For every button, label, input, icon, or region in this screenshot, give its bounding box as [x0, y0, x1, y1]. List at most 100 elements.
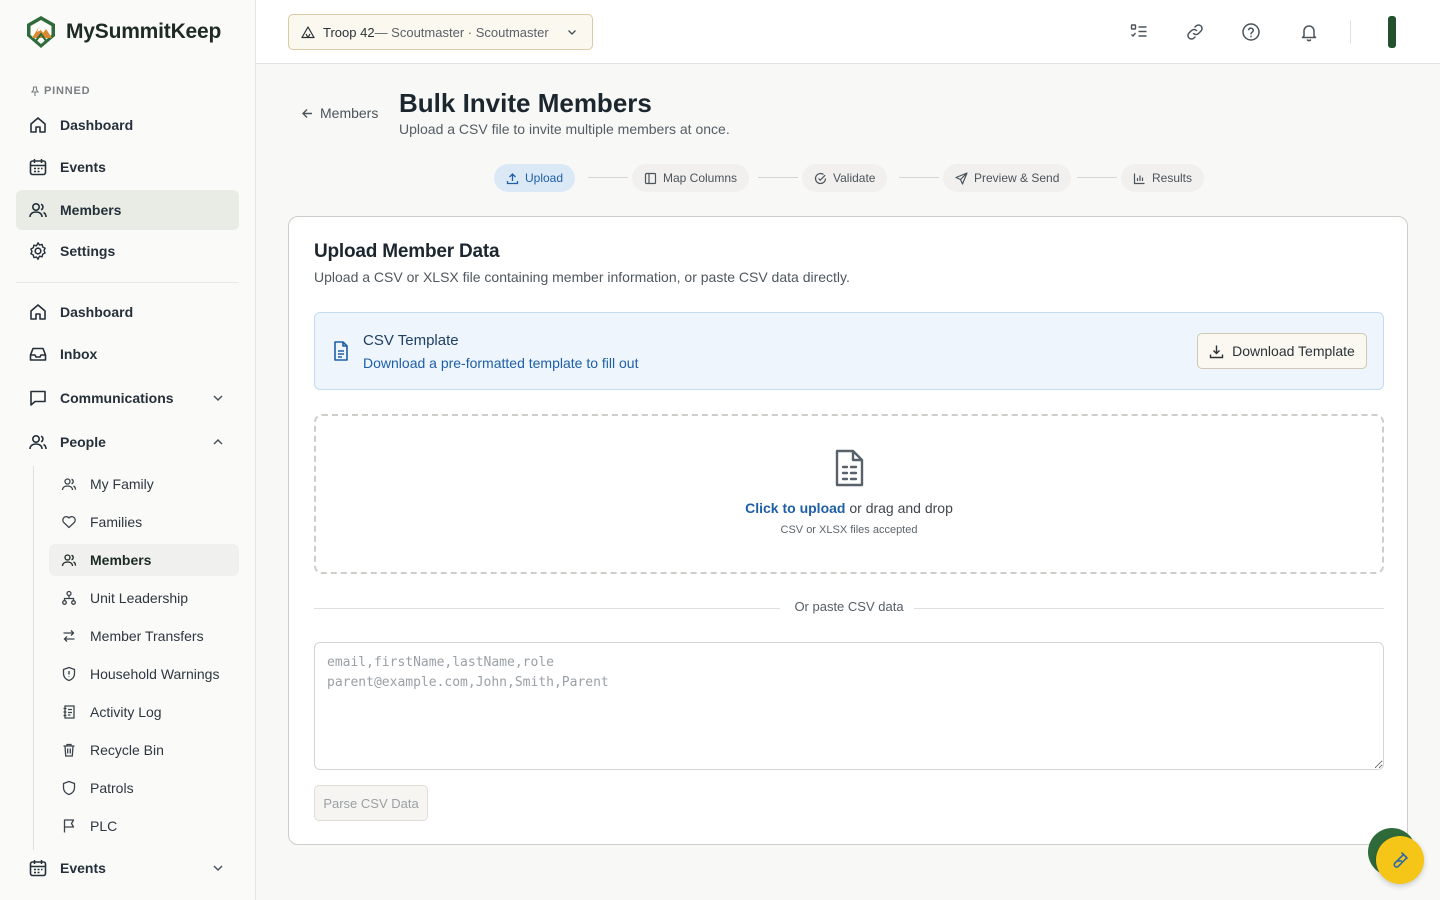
sidebar-subitem-recycle-bin[interactable]: Recycle Bin [49, 734, 239, 766]
message-icon [28, 388, 48, 408]
pinned-item-label: Events [60, 159, 106, 175]
troop-selector[interactable]: Troop 42 — Scoutmaster · Scoutmaster [288, 14, 593, 50]
back-link-label: Members [320, 105, 379, 121]
chevron-down-icon [213, 395, 223, 402]
dropzone-hint: CSV or XLSX files accepted [780, 524, 918, 536]
pinned-item-members[interactable]: Members [16, 190, 239, 230]
sidebar-subitem-activity-log[interactable]: Activity Log [49, 696, 239, 728]
sidebar-subitem-my-family[interactable]: My Family [49, 468, 239, 500]
card-title: Upload Member Data [314, 241, 500, 262]
back-to-members-link[interactable]: Members [301, 105, 378, 121]
tasks-checklist-icon[interactable] [1127, 20, 1151, 44]
home-icon [28, 115, 48, 135]
subitem-label: Patrols [90, 780, 134, 796]
sidebar-subitem-members[interactable]: Members [49, 544, 239, 576]
link-icon[interactable] [1183, 20, 1207, 44]
inbox-icon [28, 344, 48, 364]
csv-template-panel: CSV Template Download a pre-formatted te… [314, 312, 1384, 390]
arrow-left-icon [302, 108, 312, 118]
pinned-item-dashboard[interactable]: Dashboard [16, 105, 239, 145]
or-paste-text: Or paste CSV data [794, 599, 904, 614]
sidebar-item-label: Communications [60, 390, 174, 406]
sidebar-item-events-section[interactable]: Events [16, 848, 239, 888]
step-upload[interactable]: Upload [494, 164, 576, 192]
step-connector [588, 177, 628, 178]
sidebar-subitem-patrols[interactable]: Patrols [49, 772, 239, 804]
check-circle-icon [814, 172, 827, 184]
sidebar-subitem-household-warnings[interactable]: Household Warnings [49, 658, 239, 690]
step-connector [758, 177, 798, 178]
step-results[interactable]: Results [1121, 164, 1205, 192]
brand[interactable]: MySummitKeep [24, 14, 221, 50]
pinned-item-events[interactable]: Events [16, 147, 239, 187]
brand-name: MySummitKeep [66, 20, 222, 43]
upload-icon [506, 172, 519, 184]
top-bar: Troop 42 — Scoutmaster · Scoutmaster [256, 0, 1440, 64]
sidebar-subitem-unit-leadership[interactable]: Unit Leadership [49, 582, 239, 614]
page-subtitle: Upload a CSV file to invite multiple mem… [399, 121, 730, 137]
spreadsheet-file-icon [835, 449, 864, 487]
divider-line-right [914, 608, 1384, 609]
sidebar-item-communications[interactable]: Communications [16, 378, 239, 418]
step-connector [1077, 177, 1117, 178]
csv-paste-textarea[interactable] [314, 642, 1384, 770]
subitem-label: Activity Log [90, 704, 162, 720]
pinned-item-settings[interactable]: Settings [16, 231, 239, 271]
flag-icon [60, 817, 78, 835]
template-description-link[interactable]: Download a pre-formatted template to fil… [363, 355, 638, 371]
mountain-logo-icon [27, 16, 55, 48]
pin-icon [30, 85, 40, 96]
subitem-label: My Family [90, 476, 154, 492]
page-title: Bulk Invite Members [399, 88, 652, 118]
transfer-icon [60, 627, 78, 645]
sidebar-item-label: Events [60, 860, 106, 876]
step-connector [899, 177, 939, 178]
shield-alert-icon [60, 665, 78, 683]
step-label: Map Columns [663, 171, 738, 185]
step-map-columns[interactable]: Map Columns [632, 164, 750, 192]
test-tube-fab-button[interactable] [1376, 836, 1424, 884]
parse-csv-button[interactable]: Parse CSV Data [314, 785, 428, 821]
step-validate[interactable]: Validate [802, 164, 888, 192]
help-circle-icon[interactable] [1239, 20, 1263, 44]
chevron-down-icon [213, 865, 223, 872]
subitem-label: Members [90, 552, 152, 568]
sidebar-subitem-plc[interactable]: PLC [49, 810, 239, 842]
sidebar-item-inbox[interactable]: Inbox [16, 334, 239, 374]
pinned-label-text: PINNED [44, 85, 91, 97]
troop-name: Troop 42 [323, 24, 375, 40]
calendar-icon [28, 157, 48, 177]
sidebar-item-people[interactable]: People [16, 422, 239, 462]
step-preview-send[interactable]: Preview & Send [943, 164, 1072, 192]
subitem-label: Member Transfers [90, 628, 204, 644]
log-icon [60, 703, 78, 721]
sidebar-item-dashboard[interactable]: Dashboard [16, 292, 239, 332]
bell-icon[interactable] [1297, 20, 1321, 44]
click-to-upload-link[interactable]: Click to upload [745, 500, 845, 516]
sidebar-item-label: Inbox [60, 346, 98, 362]
file-dropzone[interactable]: Click to upload or drag and drop CSV or … [314, 414, 1384, 574]
subitem-label: PLC [90, 818, 118, 834]
subitem-label: Household Warnings [90, 666, 220, 682]
step-label: Preview & Send [974, 171, 1060, 185]
heart-icon [60, 513, 78, 531]
sidebar-subitem-member-transfers[interactable]: Member Transfers [49, 620, 239, 652]
users-icon [60, 475, 78, 493]
download-template-button[interactable]: Download Template [1197, 333, 1367, 369]
drag-drop-text: or drag and drop [845, 500, 953, 516]
sidebar-subitem-families[interactable]: Families [49, 506, 239, 538]
pinned-item-label: Members [60, 202, 122, 218]
users-icon [60, 551, 78, 569]
download-template-label: Download Template [1232, 343, 1355, 359]
pinned-item-label: Dashboard [60, 117, 134, 133]
subitem-label: Recycle Bin [90, 742, 164, 758]
chevron-up-icon [213, 438, 223, 445]
troop-role: — Scoutmaster · Scoutmaster [374, 24, 549, 40]
home-icon [28, 302, 48, 322]
users-icon [28, 432, 48, 452]
step-label: Validate [833, 171, 876, 185]
card-description: Upload a CSV or XLSX file containing mem… [314, 269, 850, 285]
bar-chart-icon [1133, 173, 1145, 184]
gear-icon [28, 241, 48, 261]
avatar[interactable] [1388, 16, 1396, 48]
